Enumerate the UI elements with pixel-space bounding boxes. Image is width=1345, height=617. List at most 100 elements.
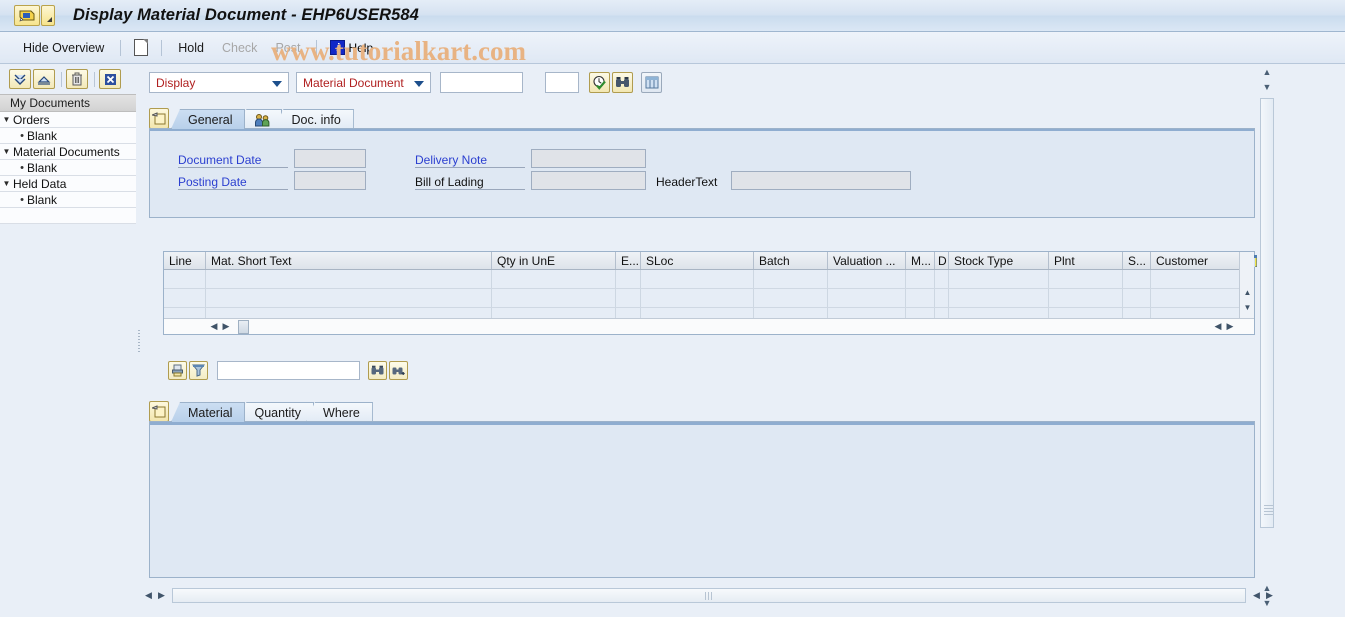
bill-of-lading-field[interactable] (531, 171, 646, 190)
hold-button[interactable]: Hold (169, 39, 213, 57)
label-bill-of-lading[interactable]: Bill of Lading (415, 175, 525, 190)
tree-empty-row (0, 208, 136, 224)
col-qty-in-une[interactable]: Qty in UnE (492, 252, 616, 269)
scroll-right-icon[interactable]: ▶ (1224, 320, 1236, 334)
sidebar-node-orders[interactable]: ▼ Orders (0, 112, 136, 128)
sidebar-leaf-held-data-blank[interactable]: • Blank (0, 192, 136, 208)
grid-vertical-scrollbar[interactable]: ▲ ▼ (1239, 252, 1254, 318)
sidebar-leaf-material-documents-blank[interactable]: • Blank (0, 160, 136, 176)
items-grid-header: Line Mat. Short Text Qty in UnE E... SLo… (164, 252, 1254, 270)
scroll-right-icon[interactable]: ▶ (1263, 588, 1276, 603)
document-number-input[interactable] (440, 72, 523, 93)
sidebar-node-material-documents[interactable]: ▼ Material Documents (0, 144, 136, 160)
sidebar-leaf-orders-blank[interactable]: • Blank (0, 128, 136, 144)
scroll-left-icon[interactable]: ◀ (1212, 320, 1224, 334)
cell-s (1123, 270, 1151, 288)
col-sloc[interactable]: SLoc (641, 252, 754, 269)
label-delivery-note[interactable]: Delivery Note (415, 153, 525, 168)
col-line[interactable]: Line (164, 252, 206, 269)
document-selection-bar: Display Material Document (149, 72, 662, 93)
scroll-left-icon[interactable]: ◀ (208, 320, 220, 334)
grid-horizontal-scrollbar[interactable]: ◀ ▶ ◀ ▶ (164, 318, 1254, 334)
delete-line-icon[interactable] (168, 361, 187, 380)
scroll-right-icon[interactable]: ▶ (220, 320, 232, 334)
sidebar-node-held-data[interactable]: ▼ Held Data (0, 176, 136, 192)
page-horizontal-scrollbar[interactable]: ◀ ▶ ◀ ▶ (142, 585, 1276, 605)
delivery-note-field[interactable] (531, 149, 646, 168)
bullet-icon: • (17, 194, 27, 206)
execute-icon[interactable] (589, 72, 610, 93)
new-document-icon[interactable] (134, 39, 148, 56)
scroll-up-icon[interactable]: ▲ (1259, 64, 1275, 79)
toolbar-separator-2 (161, 40, 162, 56)
expand-all-icon[interactable] (9, 69, 31, 89)
table-row[interactable] (164, 270, 1254, 289)
cell-qty-in-une (492, 289, 616, 307)
toolbar-separator-3 (316, 40, 317, 56)
toolbar-separator-1 (120, 40, 121, 56)
vscroll-track[interactable] (1260, 98, 1274, 528)
page-vertical-scrollbar[interactable]: ▲ ▼ ▲ ▼ (1259, 64, 1275, 617)
label-posting-date[interactable]: Posting Date (178, 175, 288, 190)
grid-layout-icon[interactable] (641, 72, 662, 93)
col-e[interactable]: E... (616, 252, 641, 269)
hscroll-thumb[interactable] (238, 320, 249, 334)
col-plnt[interactable]: Plnt (1049, 252, 1123, 269)
system-menu-arrow-icon[interactable] (41, 5, 55, 26)
scroll-up-icon[interactable]: ▲ (1240, 285, 1255, 300)
scroll-left-icon[interactable]: ◀ (142, 588, 155, 603)
close-icon[interactable] (99, 69, 121, 89)
tab-material[interactable]: Material (171, 402, 245, 422)
cell-customer (1151, 289, 1242, 307)
tab-general[interactable]: General (171, 109, 245, 129)
delete-icon[interactable] (66, 69, 88, 89)
action-select[interactable]: Display (149, 72, 289, 93)
col-stock-type[interactable]: Stock Type (949, 252, 1049, 269)
tab-doc-info[interactable]: Doc. info (274, 109, 353, 129)
note-icon[interactable] (149, 401, 169, 422)
tab-where[interactable]: Where (306, 402, 373, 422)
sidebar-node-label: Held Data (13, 177, 66, 191)
select-line-icon[interactable] (189, 361, 208, 380)
detail-tab-list: Material Quantity Where (169, 401, 373, 422)
col-batch[interactable]: Batch (754, 252, 828, 269)
resize-grip-icon (705, 592, 714, 600)
scroll-down-icon[interactable]: ▼ (1240, 300, 1255, 315)
table-row[interactable] (164, 289, 1254, 308)
cell-s (1123, 289, 1151, 307)
posting-date-field[interactable] (294, 171, 366, 190)
help-button[interactable]: i Help (324, 38, 379, 57)
scroll-down-icon[interactable]: ▼ (1259, 79, 1275, 94)
col-m[interactable]: M... (906, 252, 935, 269)
scroll-right-icon[interactable]: ▶ (155, 588, 168, 603)
col-customer[interactable]: Customer (1151, 252, 1242, 269)
hscroll-track[interactable] (172, 588, 1246, 603)
overview-toolbar-separator-2 (94, 72, 95, 87)
col-s[interactable]: S... (1123, 252, 1151, 269)
cell-valuation (828, 270, 906, 288)
header-text-field[interactable] (731, 171, 911, 190)
sidebar-leaf-label: Blank (27, 193, 57, 207)
collapse-all-icon[interactable] (33, 69, 55, 89)
col-d[interactable]: D (935, 252, 949, 269)
find-icon[interactable] (368, 361, 387, 380)
cell-line (164, 289, 206, 307)
post-button: Post (266, 39, 309, 57)
col-valuation[interactable]: Valuation ... (828, 252, 906, 269)
col-mat-short-text[interactable]: Mat. Short Text (206, 252, 492, 269)
hide-overview-button[interactable]: Hide Overview (14, 39, 113, 57)
label-document-date[interactable]: Document Date (178, 153, 288, 168)
find-next-icon[interactable] (389, 361, 408, 380)
reference-select[interactable]: Material Document (296, 72, 431, 93)
chevron-down-icon: ▼ (0, 147, 13, 156)
tab-quantity[interactable]: Quantity (237, 402, 314, 422)
items-search-input[interactable] (217, 361, 360, 380)
sap-logo-icon[interactable] (14, 5, 40, 26)
document-date-field[interactable] (294, 149, 366, 168)
note-icon[interactable] (149, 108, 169, 129)
document-year-input[interactable] (545, 72, 579, 93)
cell-sloc (641, 270, 754, 288)
scroll-left-icon[interactable]: ◀ (1250, 588, 1263, 603)
find-icon[interactable] (612, 72, 633, 93)
check-button: Check (213, 39, 266, 57)
